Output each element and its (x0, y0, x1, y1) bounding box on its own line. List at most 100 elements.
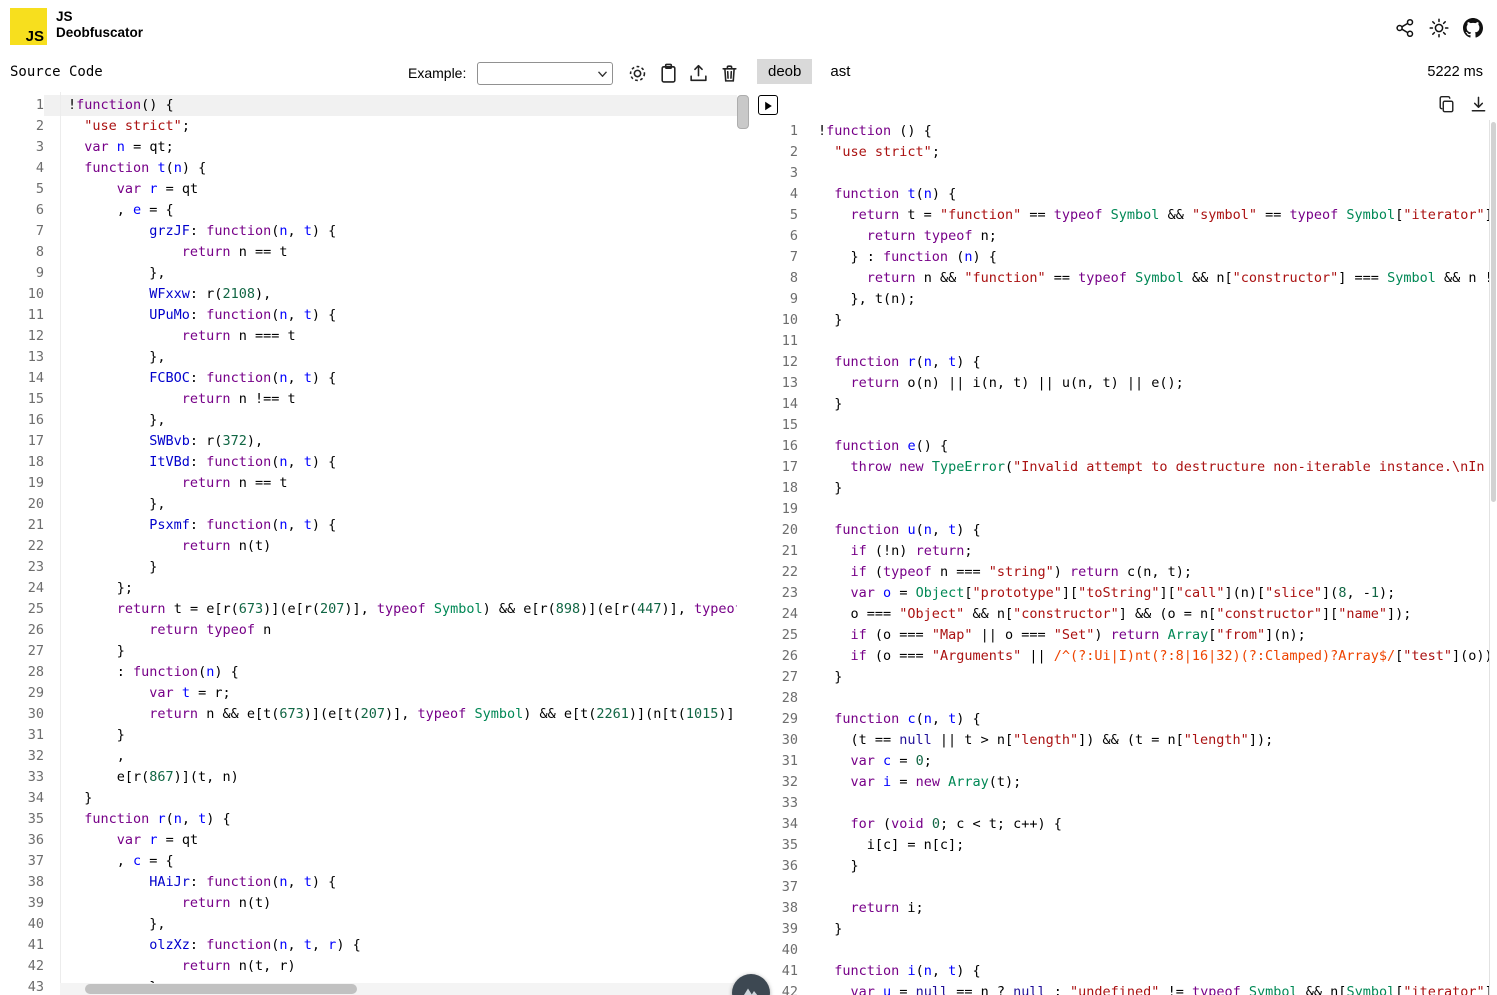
code-line[interactable]: 16 function e() { (780, 436, 1489, 457)
code-line[interactable]: 1!function() { (0, 95, 737, 116)
code-line[interactable]: 38 HAiJr: function(n, t) { (0, 872, 737, 893)
paste-clipboard-button[interactable] (658, 62, 680, 84)
upload-button[interactable] (688, 62, 710, 84)
code-line[interactable]: 13 return o(n) || i(n, t) || u(n, t) || … (780, 373, 1489, 394)
code-line[interactable]: 23 } (0, 557, 737, 578)
code-line[interactable]: 29 var t = r; (0, 683, 737, 704)
code-line[interactable]: 34 for (void 0; c < t; c++) { (780, 814, 1489, 835)
code-line[interactable]: 12 return n === t (0, 326, 737, 347)
code-line[interactable]: 1!function () { (780, 121, 1489, 142)
output-vertical-scrollbar-thumb[interactable] (1491, 122, 1496, 502)
code-line[interactable]: 26 return typeof n (0, 620, 737, 641)
code-line[interactable]: 28 (780, 688, 1489, 709)
code-line[interactable]: 11 UPuMo: function(n, t) { (0, 305, 737, 326)
download-output-icon[interactable] (1469, 95, 1488, 114)
run-deobfuscate-button[interactable] (758, 95, 778, 115)
code-line[interactable]: 23 var o = Object["prototype"]["toString… (780, 583, 1489, 604)
code-line[interactable]: 33 e[r(867)](t, n) (0, 767, 737, 788)
code-line[interactable]: 37 (780, 877, 1489, 898)
code-line[interactable]: 40 (780, 940, 1489, 961)
code-line[interactable]: 40 }, (0, 914, 737, 935)
code-line[interactable]: 22 if (typeof n === "string") return c(n… (780, 562, 1489, 583)
code-line[interactable]: 22 return n(t) (0, 536, 737, 557)
source-horizontal-scrollbar[interactable] (60, 983, 738, 995)
code-line[interactable]: 25 return t = e[r(673)](e[r(207)], typeo… (0, 599, 737, 620)
code-line[interactable]: 17 throw new TypeError("Invalid attempt … (780, 457, 1489, 478)
source-editor[interactable]: 1!function() {2 "use strict";3 var n = q… (0, 92, 750, 995)
code-line[interactable]: 34 } (0, 788, 737, 809)
source-horizontal-scrollbar-thumb[interactable] (85, 984, 357, 994)
copy-output-icon[interactable] (1437, 95, 1456, 114)
share-icon[interactable] (1395, 18, 1415, 38)
code-line[interactable]: 36 } (780, 856, 1489, 877)
code-line[interactable]: 3 var n = qt; (0, 137, 737, 158)
code-line[interactable]: 39 } (780, 919, 1489, 940)
settings-button[interactable] (627, 62, 649, 84)
code-line[interactable]: 19 (780, 499, 1489, 520)
source-vertical-scrollbar-thumb[interactable] (737, 95, 749, 129)
code-line[interactable]: 35 i[c] = n[c]; (780, 835, 1489, 856)
code-line[interactable]: 11 (780, 331, 1489, 352)
output-editor[interactable]: 1!function () {2 "use strict";34 functio… (780, 92, 1497, 995)
code-line[interactable]: 14 FCBOC: function(n, t) { (0, 368, 737, 389)
code-line[interactable]: 9 }, (0, 263, 737, 284)
code-line[interactable]: 30 (t == null || t > n["length"]) && (t … (780, 730, 1489, 751)
code-line[interactable]: 15 (780, 415, 1489, 436)
code-line[interactable]: 14 } (780, 394, 1489, 415)
code-line[interactable]: 27 } (780, 667, 1489, 688)
code-line[interactable]: 24 o === "Object" && n["constructor"] &&… (780, 604, 1489, 625)
code-line[interactable]: 4 function t(n) { (780, 184, 1489, 205)
code-line[interactable]: 19 return n == t (0, 473, 737, 494)
code-line[interactable]: 16 }, (0, 410, 737, 431)
output-code-lines[interactable]: 1!function () {2 "use strict";34 functio… (780, 121, 1489, 995)
code-line[interactable]: 42 return n(t, r) (0, 956, 737, 977)
code-line[interactable]: 37 , c = { (0, 851, 737, 872)
code-line[interactable]: 31 } (0, 725, 737, 746)
code-line[interactable]: 32 , (0, 746, 737, 767)
code-line[interactable]: 5 var r = qt (0, 179, 737, 200)
code-line[interactable]: 38 return i; (780, 898, 1489, 919)
code-line[interactable]: 29 function c(n, t) { (780, 709, 1489, 730)
code-line[interactable]: 24 }; (0, 578, 737, 599)
code-line[interactable]: 35 function r(n, t) { (0, 809, 737, 830)
code-line[interactable]: 13 }, (0, 347, 737, 368)
code-line[interactable]: 18 } (780, 478, 1489, 499)
example-select[interactable] (477, 62, 613, 85)
code-line[interactable]: 10 WFxxw: r(2108), (0, 284, 737, 305)
code-line[interactable]: 6 return typeof n; (780, 226, 1489, 247)
code-line[interactable]: 21 if (!n) return; (780, 541, 1489, 562)
source-vertical-scrollbar[interactable] (736, 92, 750, 983)
code-line[interactable]: 3 (780, 163, 1489, 184)
code-line[interactable]: 2 "use strict"; (0, 116, 737, 137)
code-line[interactable]: 8 return n == t (0, 242, 737, 263)
code-line[interactable]: 8 return n && "function" == typeof Symbo… (780, 268, 1489, 289)
code-line[interactable]: 26 if (o === "Arguments" || /^(?:Ui|I)nt… (780, 646, 1489, 667)
code-line[interactable]: 25 if (o === "Map" || o === "Set") retur… (780, 625, 1489, 646)
code-line[interactable]: 39 return n(t) (0, 893, 737, 914)
code-line[interactable]: 7 } : function (n) { (780, 247, 1489, 268)
code-line[interactable]: 12 function r(n, t) { (780, 352, 1489, 373)
code-line[interactable]: 4 function t(n) { (0, 158, 737, 179)
code-line[interactable]: 18 ItVBd: function(n, t) { (0, 452, 737, 473)
code-line[interactable]: 15 return n !== t (0, 389, 737, 410)
code-line[interactable]: 10 } (780, 310, 1489, 331)
tab-ast[interactable]: ast (819, 59, 861, 84)
code-line[interactable]: 28 : function(n) { (0, 662, 737, 683)
code-line[interactable]: 6 , e = { (0, 200, 737, 221)
code-line[interactable]: 17 SWBvb: r(372), (0, 431, 737, 452)
output-vertical-scrollbar[interactable] (1489, 120, 1497, 995)
code-line[interactable]: 7 grzJF: function(n, t) { (0, 221, 737, 242)
code-line[interactable]: 31 var c = 0; (780, 751, 1489, 772)
code-line[interactable]: 30 return n && e[t(673)](e[t(207)], type… (0, 704, 737, 725)
code-line[interactable]: 20 }, (0, 494, 737, 515)
code-line[interactable]: 9 }, t(n); (780, 289, 1489, 310)
code-line[interactable]: 41 function i(n, t) { (780, 961, 1489, 982)
code-line[interactable]: 20 function u(n, t) { (780, 520, 1489, 541)
code-line[interactable]: 27 } (0, 641, 737, 662)
code-line[interactable]: 33 (780, 793, 1489, 814)
source-code-lines[interactable]: 1!function() {2 "use strict";3 var n = q… (0, 92, 737, 995)
code-line[interactable]: 5 return t = "function" == typeof Symbol… (780, 205, 1489, 226)
code-line[interactable]: 42 var u = null == n ? null : "undefined… (780, 982, 1489, 995)
code-line[interactable]: 21 Psxmf: function(n, t) { (0, 515, 737, 536)
code-line[interactable]: 32 var i = new Array(t); (780, 772, 1489, 793)
